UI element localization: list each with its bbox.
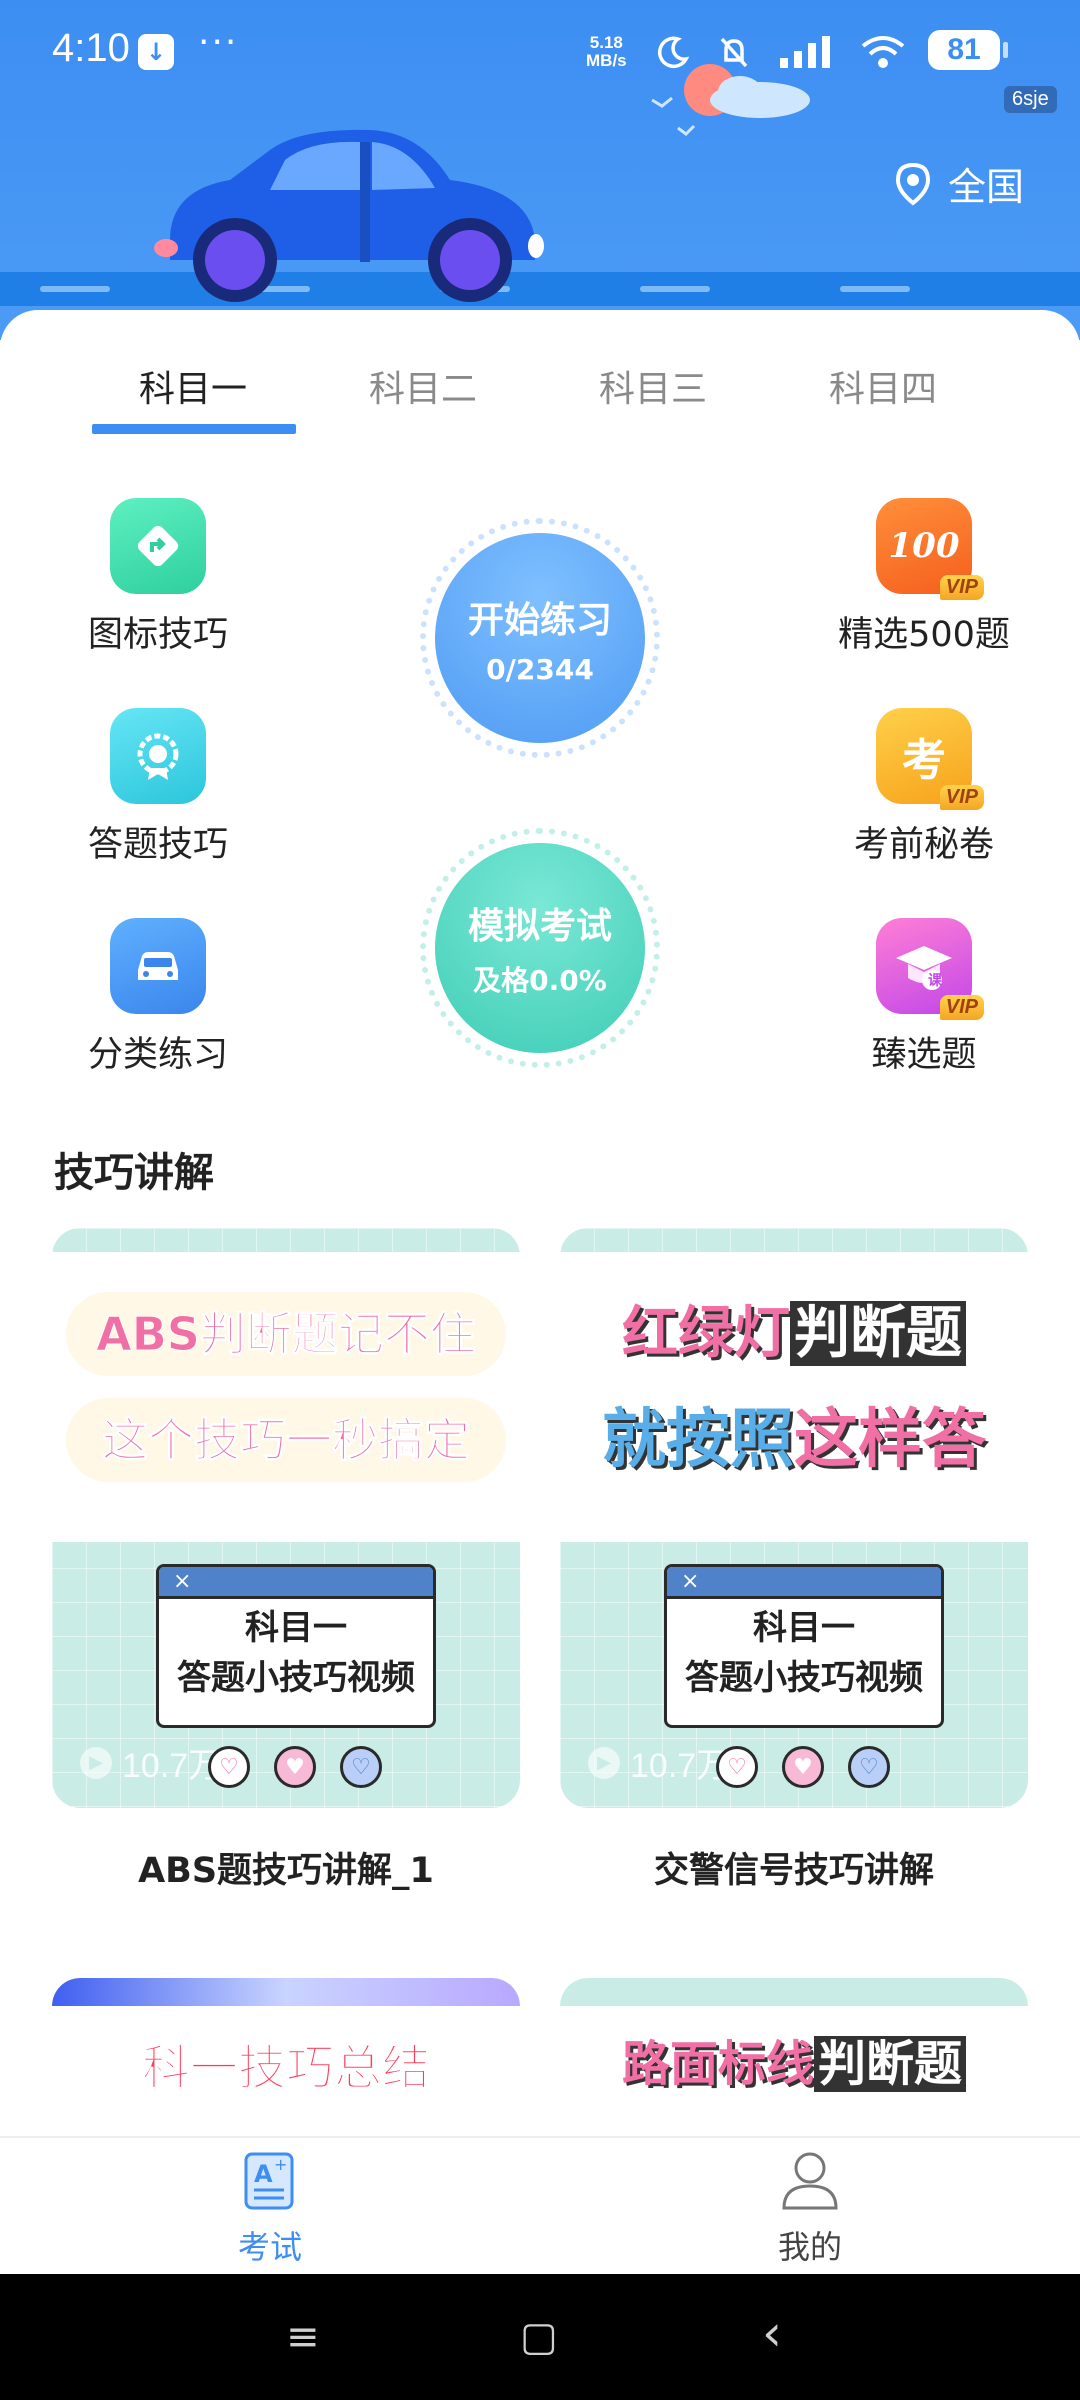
feature-selected-500[interactable]: 100 VIP 精选500题 — [814, 498, 1034, 657]
start-practice-button[interactable]: 开始练习 0/2344 — [420, 518, 660, 758]
signal-icon — [780, 36, 830, 68]
feature-label: 图标技巧 — [87, 615, 228, 655]
feature-pre-exam-paper[interactable]: 考 VIP 考前秘卷 — [814, 708, 1034, 867]
hundred-score-icon: 100 VIP — [876, 498, 984, 600]
video-title[interactable]: ABS题技巧讲解_1 — [52, 1842, 520, 1893]
practice-progress: 0/2344 — [486, 652, 594, 686]
home-icon[interactable]: ▢ — [520, 2314, 558, 2360]
battery-indicator: 81 — [928, 30, 1008, 70]
tab-subject-1[interactable]: 科目一 — [88, 360, 298, 412]
tab-indicator — [92, 424, 296, 434]
heart-icon: ♡ — [340, 1746, 382, 1788]
bell-muted-icon — [720, 37, 748, 68]
status-icons — [656, 30, 906, 74]
exam-character-icon: 考 VIP — [876, 708, 984, 810]
wifi-icon — [861, 36, 905, 68]
status-bar: 4:10 ↓ ··· 5.18 MB/s 81 6sje — [0, 0, 1080, 113]
feature-label: 臻选题 — [871, 1035, 977, 1075]
tab-subject-4[interactable]: 科目四 — [778, 360, 988, 412]
view-count: ▶ 10.7万 — [588, 1738, 730, 1787]
location-selector[interactable]: 全国 — [892, 156, 1024, 211]
menu-icon[interactable]: ≡ — [286, 2314, 320, 2360]
thumbnail-caption: 科一技巧总结 — [141, 2040, 430, 2097]
nav-mine-label: 我的 — [777, 2228, 842, 2266]
vip-badge: VIP — [939, 575, 984, 600]
nav-exam[interactable]: A + 考试 — [170, 2148, 370, 2268]
video-title[interactable]: 交警信号技巧讲解 — [560, 1842, 1028, 1893]
video-card-traffic-signal[interactable]: 红绿灯判断题 就按照这样答 × 科目一 答题小技巧视频 ▶ 10.7万 ♡ ♥ ♡ — [560, 1228, 1028, 1808]
thumbnail-window: × 科目一 答题小技巧视频 — [664, 1564, 944, 1728]
graduation-cap-icon: 课 VIP — [876, 918, 984, 1020]
svg-text:A: A — [254, 2160, 273, 2188]
nav-mine[interactable]: 我的 — [710, 2148, 910, 2268]
feature-label: 答题技巧 — [87, 825, 228, 865]
close-icon: × — [159, 1567, 433, 1599]
header-banner: 4:10 ↓ ··· 5.18 MB/s 81 6sje 全国 — [0, 0, 1080, 340]
heart-icon: ♥ — [274, 1746, 316, 1788]
location-label: 全国 — [948, 165, 1025, 209]
direction-sign-icon — [110, 498, 206, 594]
heart-icon: ♡ — [208, 1746, 250, 1788]
car-icon — [110, 918, 206, 1014]
network-speed: 5.18 MB/s — [586, 33, 627, 70]
mock-exam-button[interactable]: 模拟考试 及格0.0% — [420, 828, 660, 1068]
feature-category-practice[interactable]: 分类练习 — [48, 918, 268, 1077]
tab-subject-3[interactable]: 科目三 — [548, 360, 758, 412]
car-illustration — [154, 129, 544, 302]
bottom-navigation: A + 考试 我的 — [0, 2136, 1080, 2274]
feature-label: 分类练习 — [87, 1035, 228, 1075]
exam-paper-icon: A + — [244, 2152, 294, 2210]
tab-subject-2[interactable]: 科目二 — [318, 360, 528, 412]
download-icon: ↓ — [138, 34, 174, 70]
thumbnail-window: × 科目一 答题小技巧视频 — [156, 1564, 436, 1728]
feature-icon-tips[interactable]: 图标技巧 — [48, 498, 268, 657]
video-card-abs[interactable]: ABS判断题记不住 这个技巧一秒搞定 × 科目一 答题小技巧视频 ▶ 10.7万 … — [52, 1228, 520, 1808]
heart-icon: ♥ — [782, 1746, 824, 1788]
mock-exam-label: 模拟考试 — [467, 906, 612, 947]
close-icon: × — [667, 1567, 941, 1599]
location-pin-icon — [895, 162, 931, 206]
thumbnail-caption: ABS判断题记不住 — [66, 1292, 506, 1376]
status-more: ··· — [198, 22, 239, 63]
feature-answer-tips[interactable]: 答题技巧 — [48, 708, 268, 867]
subject-tabs: 科目一 科目二 科目三 科目四 — [0, 340, 1080, 410]
nav-exam-label: 考试 — [237, 2228, 302, 2266]
thumbnail-caption: 路面标线判断题 — [560, 2024, 1028, 2094]
moon-icon — [657, 36, 690, 69]
heart-decoration: ♡ ♥ ♡ — [208, 1746, 382, 1788]
badge-flower-icon — [110, 708, 206, 804]
mock-exam-pass-rate: 及格0.0% — [473, 964, 607, 997]
heart-decoration: ♡ ♥ ♡ — [716, 1746, 890, 1788]
feature-premium-questions[interactable]: 课 VIP 臻选题 — [814, 918, 1034, 1077]
section-title: 技巧讲解 — [54, 1150, 214, 1196]
thumbnail-caption: 红绿灯判断题 — [560, 1288, 1028, 1369]
thumbnail-caption: 这个技巧一秒搞定 — [66, 1398, 506, 1482]
feature-label: 精选500题 — [838, 615, 1010, 655]
main-card: 科目一 科目二 科目三 科目四 图标技巧 答题技巧 分类练习 100 VIP 精… — [0, 310, 1080, 2140]
vip-badge: VIP — [939, 785, 984, 810]
heart-icon: ♡ — [716, 1746, 758, 1788]
play-icon: ▶ — [588, 1746, 620, 1779]
practice-label: 开始练习 — [467, 599, 612, 641]
feature-label: 考前秘卷 — [853, 825, 994, 865]
heart-icon: ♡ — [848, 1746, 890, 1788]
debug-badge: 6sje — [1004, 86, 1057, 113]
user-profile-icon — [782, 2152, 838, 2210]
vip-badge: VIP — [939, 995, 984, 1020]
status-time: 4:10 — [52, 26, 130, 70]
back-icon[interactable]: ‹ — [762, 2304, 782, 2362]
system-navigation-bar: ≡ ▢ ‹ — [0, 2274, 1080, 2400]
view-count: ▶ 10.7万 — [80, 1738, 222, 1787]
thumbnail-caption: 就按照这样答 — [602, 1403, 986, 1477]
play-icon: ▶ — [80, 1746, 112, 1779]
svg-text:+: + — [274, 2155, 287, 2174]
